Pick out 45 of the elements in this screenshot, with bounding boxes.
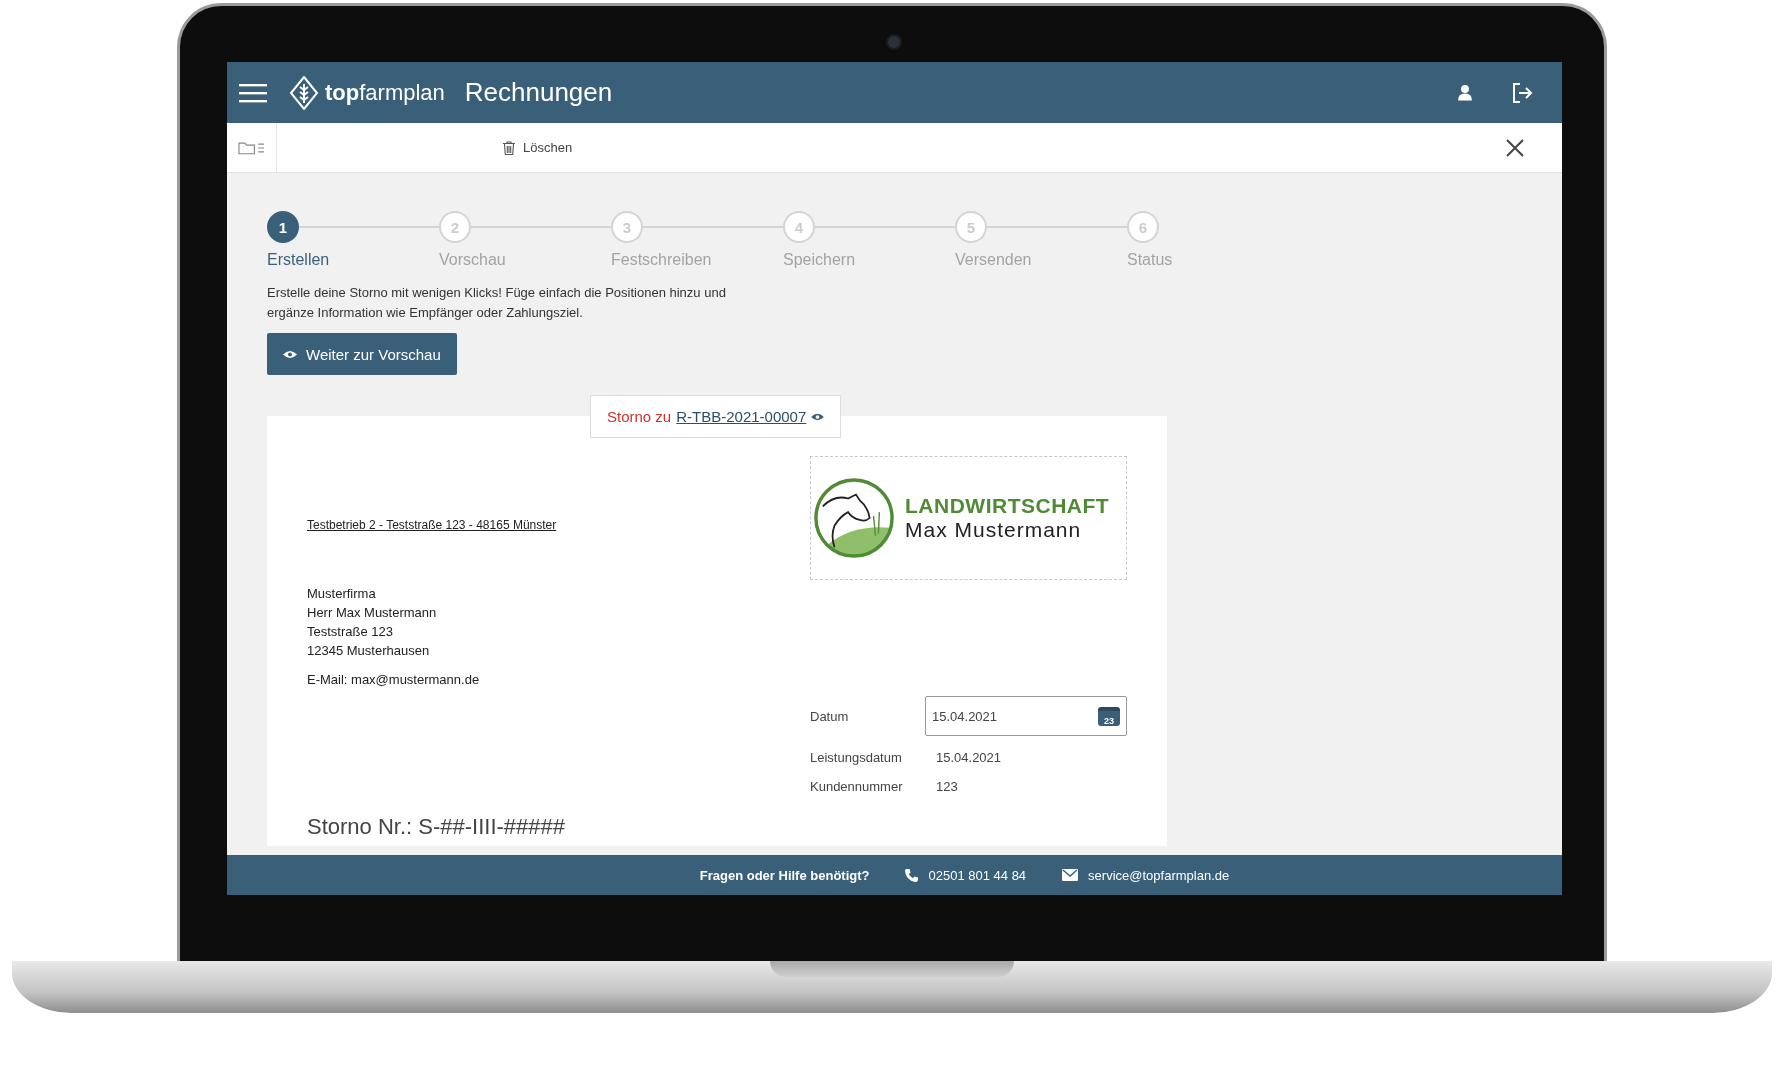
support-email[interactable]: service@topfarmplan.de	[1088, 867, 1230, 883]
recipient-line: Herr Max Mustermann	[307, 604, 438, 622]
recipient-line: Musterfirma	[307, 585, 377, 603]
detail-label: Kundennummer	[810, 779, 904, 794]
wheat-logo-icon	[289, 75, 319, 110]
preview-button[interactable]: Weiter zur Vorschau	[267, 333, 457, 375]
logo-subtitle: Max Mustermann	[905, 518, 1083, 542]
date-label: Datum	[810, 708, 850, 724]
page-title: Rechnungen	[464, 77, 613, 108]
recipient-line: 12345 Musterhausen	[307, 642, 431, 660]
brand-name: topfarmplan	[325, 79, 445, 106]
webcam-dot	[886, 34, 902, 50]
invoice-link[interactable]: R-TBB-2021-00007	[676, 408, 807, 425]
step-label[interactable]: Versenden	[955, 251, 1127, 269]
menu-icon[interactable]	[239, 82, 267, 103]
date-input[interactable]: 15.04.2021 23	[925, 696, 1127, 736]
intro-text: Erstelle deine Storno mit wenigen Klicks! Füge einfach die Positionen hinzu und ergänze Information wie Empfänger oder Zahlungsziel.	[267, 284, 727, 322]
recipient-email: E-Mail: max@mustermann.de	[307, 672, 481, 687]
detail-value: 15.04.2021	[935, 750, 1003, 765]
close-icon[interactable]	[1506, 138, 1524, 157]
logout-icon[interactable]	[1510, 80, 1534, 105]
delete-button[interactable]: Löschen	[499, 136, 577, 159]
calendar-icon[interactable]: 23	[1098, 706, 1120, 726]
logo-title: LANDWIRTSCHAFT	[905, 494, 1110, 518]
help-question: Fragen oder Hilfe benötigt?	[699, 867, 870, 883]
detail-label: Leistungsdatum	[810, 750, 903, 765]
step-label[interactable]: Status	[1127, 251, 1173, 269]
step-label[interactable]: Festschreiben	[611, 251, 783, 269]
step-label[interactable]: Vorschau	[439, 251, 611, 269]
detail-value: 123	[935, 779, 959, 794]
phone-icon	[903, 867, 919, 883]
eye-icon[interactable]	[811, 412, 825, 421]
eye-icon	[283, 349, 297, 359]
envelope-icon	[1062, 869, 1079, 881]
storno-number-heading: Storno Nr.: S-##-IIII-#####	[307, 814, 567, 840]
step-label[interactable]: Erstellen	[267, 251, 439, 269]
recipient-line: Teststraße 123	[307, 623, 394, 641]
storno-label: Storno zu	[607, 408, 672, 425]
folder-list-icon[interactable]	[238, 140, 265, 155]
user-icon[interactable]	[1458, 84, 1472, 101]
step-number[interactable]: 1	[267, 211, 299, 243]
step-label[interactable]: Speichern	[783, 251, 955, 269]
trash-icon	[503, 140, 515, 155]
phone-number[interactable]: 02501 801 44 84	[928, 867, 1027, 883]
sender-address: Testbetrieb 2 - Teststraße 123 - 48165 Münster	[307, 518, 557, 532]
